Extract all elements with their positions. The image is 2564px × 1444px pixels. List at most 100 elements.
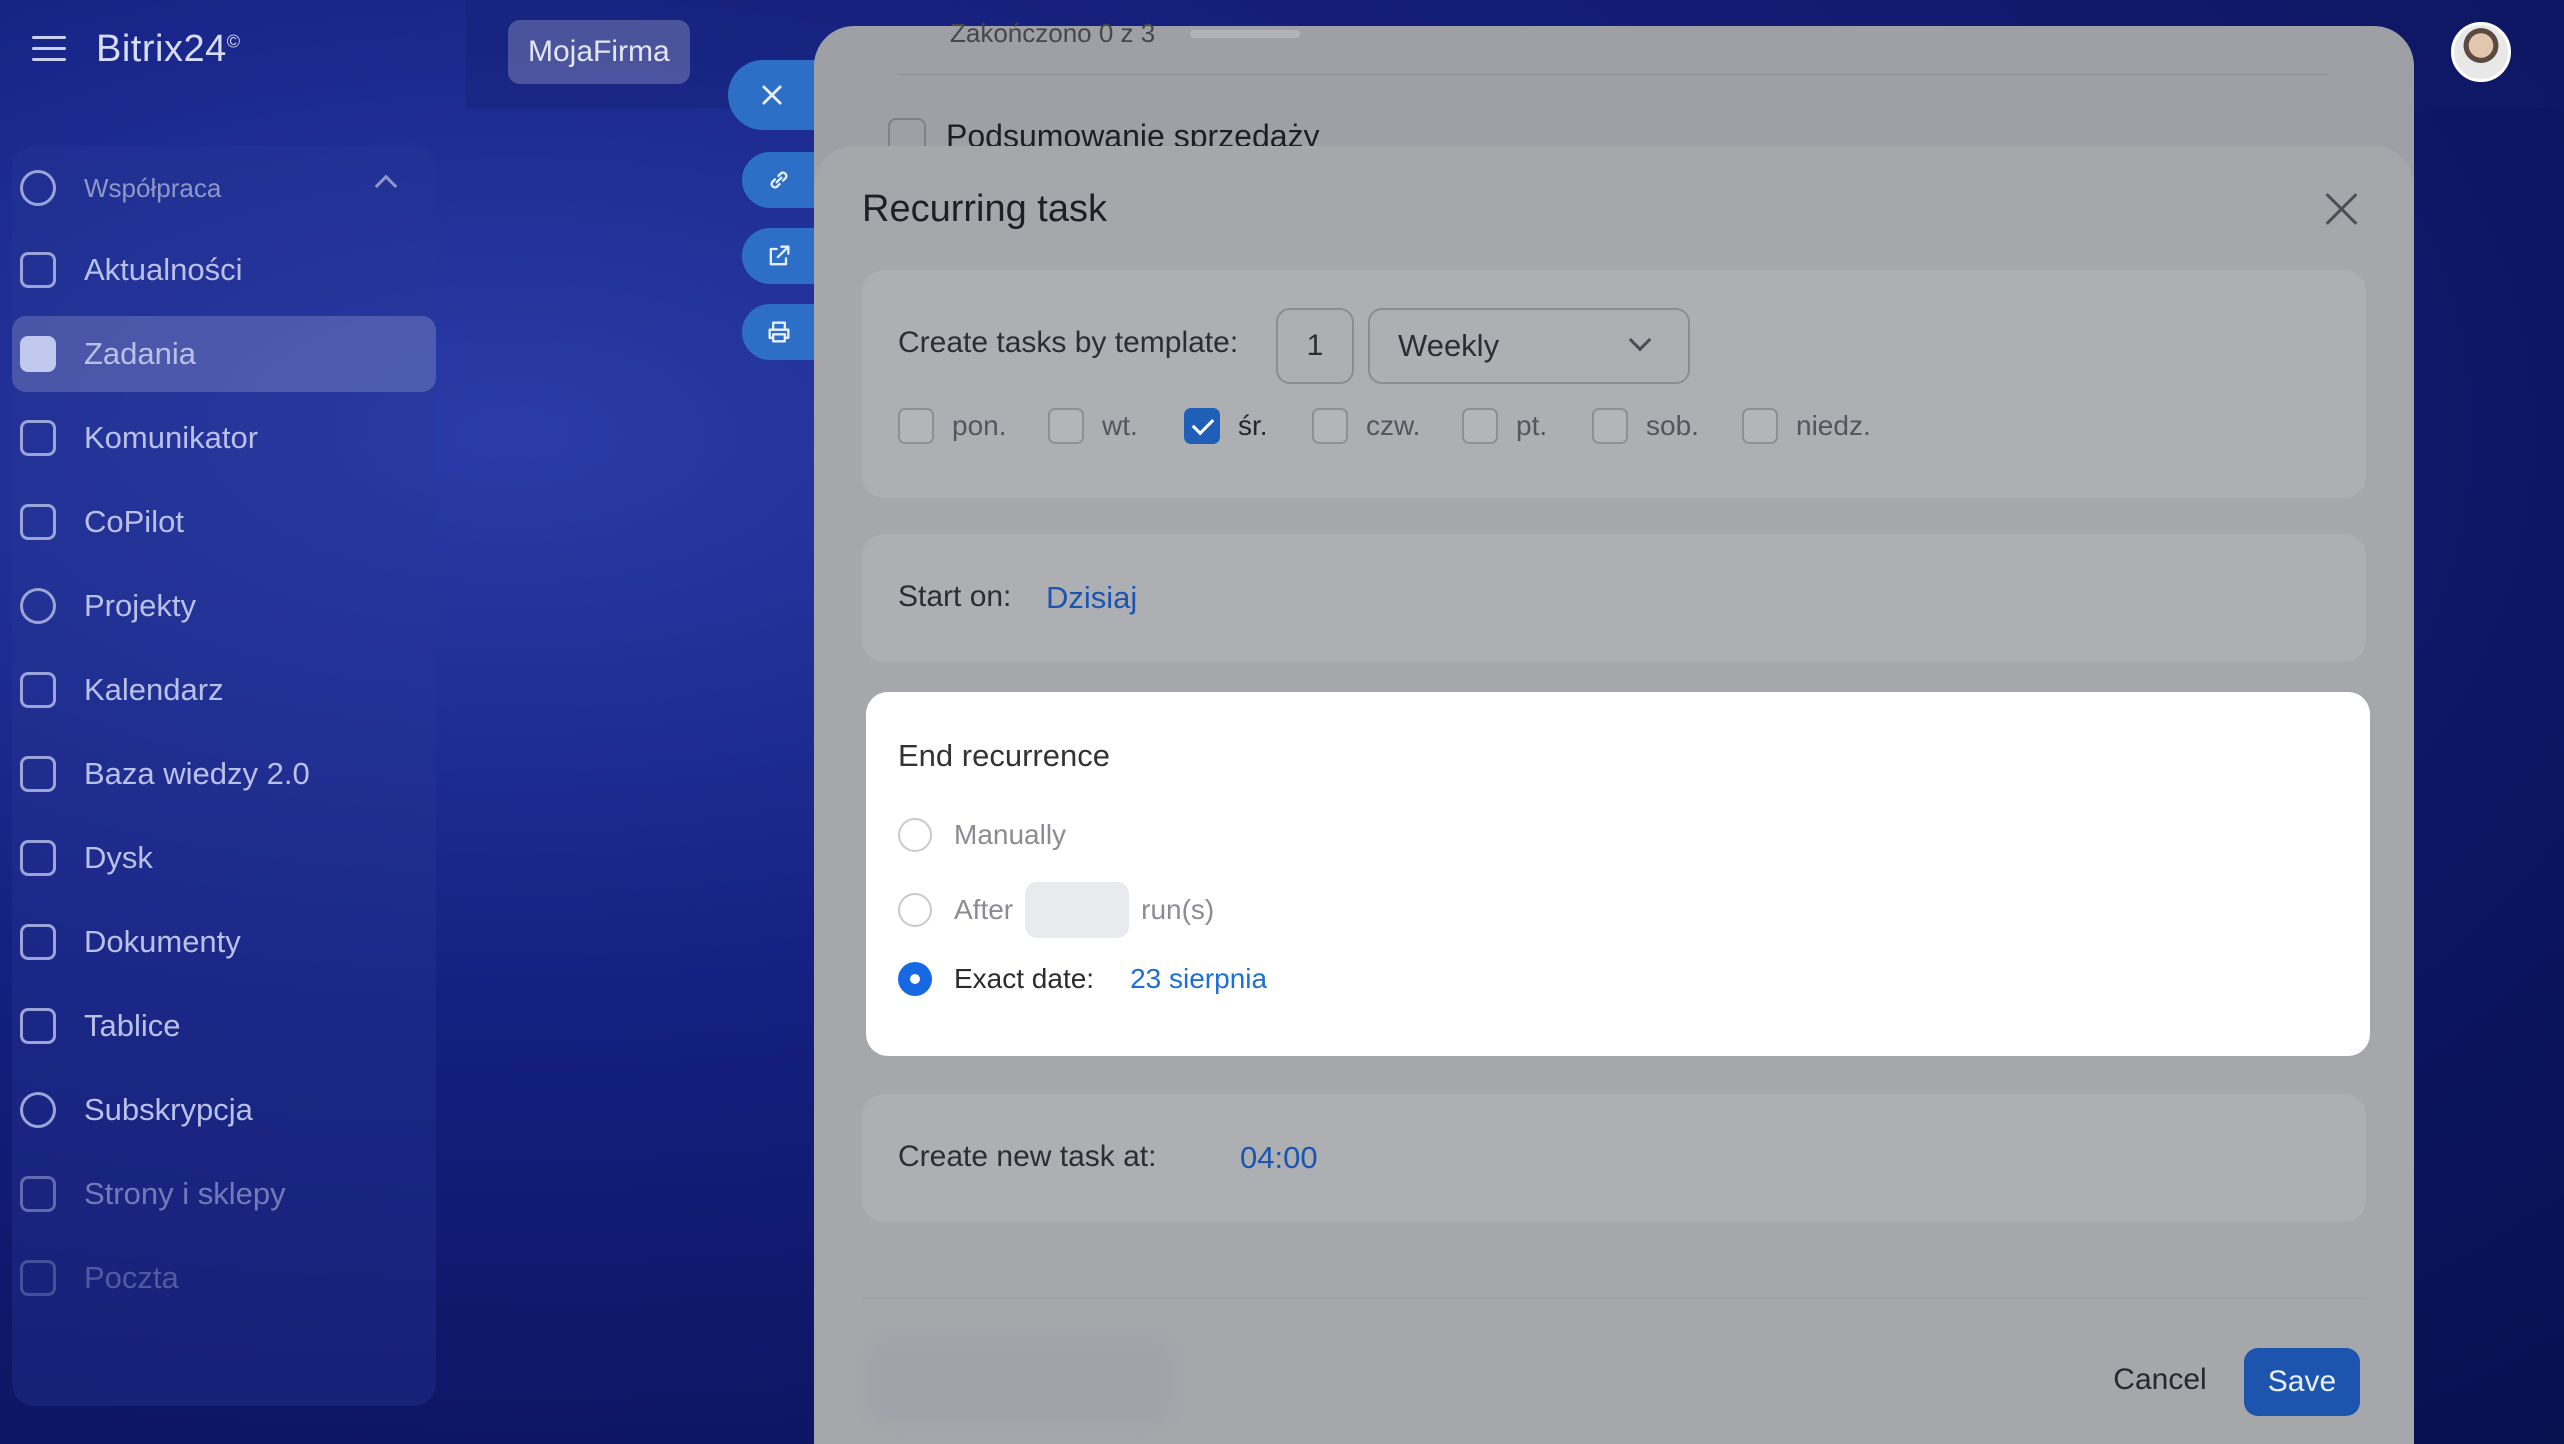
checkbox[interactable] [1742, 408, 1778, 444]
news-icon [20, 252, 56, 288]
end-recurrence-title: End recurrence [898, 738, 1110, 773]
sidebar-item-label: Baza wiedzy 2.0 [84, 756, 310, 791]
calendar-icon [20, 672, 56, 708]
checkbox[interactable] [1312, 408, 1348, 444]
link-icon [770, 171, 788, 189]
print-button[interactable] [742, 304, 816, 360]
interval-input[interactable]: 1 [1276, 308, 1354, 384]
radio-after-runs[interactable]: After run(s) [898, 882, 1214, 938]
runs-count-input[interactable] [1025, 882, 1130, 938]
checkbox[interactable] [1048, 408, 1084, 444]
projects-icon [20, 588, 56, 624]
collaboration-icon [20, 170, 56, 206]
sidebar-item-komunikator[interactable]: Komunikator [20, 400, 420, 476]
company-name-button[interactable]: MojaFirma [508, 20, 690, 84]
open-new-window-button[interactable] [742, 228, 816, 284]
sidebar-item-label: Strony i sklepy [84, 1176, 286, 1211]
menu-icon[interactable] [32, 36, 66, 64]
day-label: pon. [952, 410, 1007, 441]
day-checkbox-niedz[interactable]: niedz. [1742, 408, 1871, 444]
sidebar-item-dysk[interactable]: Dysk [20, 820, 420, 896]
sidebar-item-label: Komunikator [84, 420, 259, 455]
end-recurrence-section: End recurrence Manually After run(s) Exa… [866, 692, 2370, 1056]
drive-icon [20, 840, 56, 876]
sidebar-item-label: Aktualności [84, 252, 243, 287]
template-section: Create tasks by template: 1 Weekly pon. … [862, 270, 2366, 498]
divider [898, 74, 2328, 75]
close-slider-button[interactable] [728, 60, 816, 130]
start-section: Start on: Dzisiaj [862, 534, 2366, 662]
sidebar-item-tablice[interactable]: Tablice [20, 988, 420, 1064]
create-time-link[interactable]: 04:00 [1240, 1140, 1318, 1176]
radio-button-selected[interactable] [898, 962, 932, 996]
radio-label: Exact date: [954, 963, 1095, 994]
sidebar-item-projekty[interactable]: Projekty [20, 568, 420, 644]
save-button[interactable]: Save [2244, 1348, 2360, 1416]
sidebar-item-baza-wiedzy[interactable]: Baza wiedzy 2.0 [20, 736, 420, 812]
checklist-progress: Zakończono 0 z 3 [950, 18, 1156, 48]
start-date-link[interactable]: Dzisiaj [1046, 580, 1137, 616]
day-label: pt. [1516, 410, 1548, 441]
period-select[interactable]: Weekly [1368, 308, 1690, 384]
sidebar-item-label: Zadania [84, 336, 197, 371]
sidebar-group-collaboration[interactable]: Współpraca [20, 150, 420, 226]
documents-icon [20, 924, 56, 960]
checkbox[interactable] [898, 408, 934, 444]
day-label: niedz. [1796, 410, 1871, 441]
sidebar-group-label: Współpraca [84, 172, 222, 203]
subscription-icon [20, 1092, 56, 1128]
checklist-progress-bar [1190, 30, 1300, 38]
checkbox[interactable] [1462, 408, 1498, 444]
day-label: wt. [1102, 410, 1138, 441]
bitrix-logo[interactable]: Bitrix24© [96, 28, 240, 71]
create-time-label: Create new task at: [898, 1140, 1157, 1173]
runs-suffix-label: run(s) [1141, 894, 1215, 925]
day-label: czw. [1366, 410, 1421, 441]
day-checkbox-sr[interactable]: śr. [1184, 408, 1268, 444]
external-link-icon [769, 245, 790, 266]
sidebar-item-kalendarz[interactable]: Kalendarz [20, 652, 420, 728]
day-checkbox-pt[interactable]: pt. [1462, 408, 1547, 444]
sidebar-item-subskrypcja[interactable]: Subskrypcja [20, 1072, 420, 1148]
day-checkbox-pon[interactable]: pon. [898, 408, 1007, 444]
close-icon [762, 85, 782, 105]
day-label: śr. [1238, 410, 1268, 441]
sidebar-item-dokumenty[interactable]: Dokumenty [20, 904, 420, 980]
chat-icon [20, 420, 56, 456]
copy-link-button[interactable] [742, 152, 816, 208]
radio-button[interactable] [898, 893, 932, 927]
recurring-task-dialog: Recurring task Create tasks by template:… [814, 146, 2414, 1444]
sidebar-item-label: Dokumenty [84, 924, 241, 959]
sidebar-item-label: Projekty [84, 588, 196, 623]
checkbox[interactable] [1592, 408, 1628, 444]
dialog-title: Recurring task [862, 188, 1107, 230]
sidebar-item-label: Tablice [84, 1008, 181, 1043]
sidebar-item-label: Subskrypcja [84, 1092, 253, 1127]
sidebar-item-copilot[interactable]: CoPilot [20, 484, 420, 560]
radio-manually[interactable]: Manually [898, 818, 1066, 852]
checkbox-checked[interactable] [1184, 408, 1220, 444]
day-checkbox-czw[interactable]: czw. [1312, 408, 1420, 444]
sidebar-item-strony-i-sklepy[interactable]: Strony i sklepy [20, 1156, 420, 1232]
print-icon [768, 321, 790, 343]
knowledge-icon [20, 756, 56, 792]
sidebar-item-label: CoPilot [84, 504, 184, 539]
cancel-button[interactable]: Cancel [2086, 1348, 2234, 1412]
tasks-icon [20, 336, 56, 372]
day-checkbox-wt[interactable]: wt. [1048, 408, 1138, 444]
close-icon[interactable] [2324, 192, 2360, 228]
avatar[interactable] [2451, 22, 2511, 82]
day-label: sob. [1646, 410, 1699, 441]
chevron-up-icon [374, 174, 398, 198]
radio-exact-date[interactable]: Exact date: 23 sierpnia [898, 962, 1267, 996]
end-date-link[interactable]: 23 sierpnia [1130, 963, 1267, 995]
footer-placeholder [870, 1342, 1170, 1422]
radio-label: After [954, 894, 1014, 925]
sidebar-item-poczta[interactable]: Poczta [20, 1240, 420, 1316]
create-time-section: Create new task at: 04:00 [862, 1094, 2366, 1222]
day-checkbox-sob[interactable]: sob. [1592, 408, 1699, 444]
sidebar-item-zadania[interactable]: Zadania [12, 316, 436, 392]
radio-button[interactable] [898, 818, 932, 852]
sidebar-item-aktualnosci[interactable]: Aktualności [20, 232, 420, 308]
mail-icon [20, 1260, 56, 1296]
